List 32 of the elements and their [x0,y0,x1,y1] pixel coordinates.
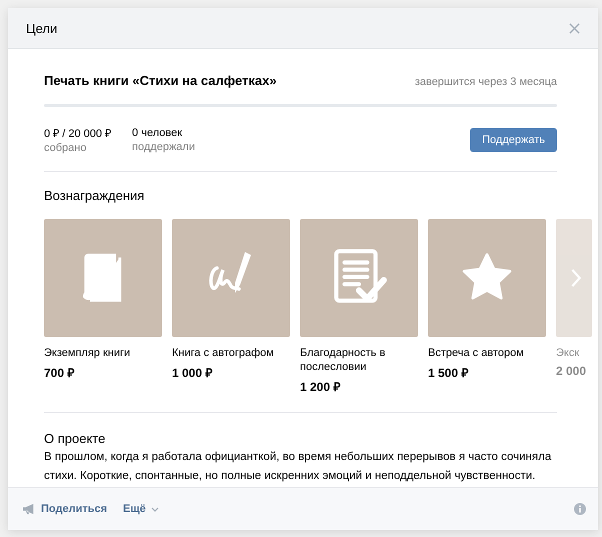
deadline-text: завершится через 3 месяца [414,76,557,88]
reward-title: Благодарность в послесловии [300,346,386,374]
reward-title: Книга с автографом [172,346,275,360]
reward-price: 1 000 ₽ [172,365,214,381]
window-title: Цели [26,20,58,36]
reward-title: Экземпляр книги [44,346,132,360]
reward-image[interactable] [300,219,418,337]
project-description: В прошлом, когда я работала официанткой, во время небольших перерывов я часто сочиняла стихи. Короткие, спонтанные, но полные искренних эмоций и неподдельной чувственности. [44,450,552,484]
close-icon[interactable] [569,22,580,34]
share-link[interactable]: Поделиться [22,503,108,515]
info-icon[interactable] [574,503,586,515]
stat-label: собрано [44,142,88,154]
stat-label: поддержали [132,140,195,152]
support-button[interactable]: Поддержать [470,128,557,152]
reward-image[interactable] [428,219,546,337]
stat-value: 0 ₽ / 20 000 ₽ [44,127,112,140]
reward-price: 1 500 ₽ [428,365,470,381]
reward-image[interactable] [44,219,162,337]
stat-value: 0 человек [132,126,184,138]
reward-price: 1 200 ₽ [300,379,342,395]
more-dropdown[interactable]: Ещё [123,503,159,515]
reward-image[interactable] [172,219,290,337]
reward-image[interactable] [556,219,592,337]
section-heading: Вознаграждения [44,188,146,203]
goal-title: Печать книги «Стихи на салфетках» [44,73,277,88]
megaphone-icon [22,503,36,515]
reward-price: 2 000 [556,364,588,378]
reward-price: 700 ₽ [44,365,76,381]
section-heading: О проекте [44,431,106,446]
chevron-down-icon [150,506,159,512]
reward-title: Экск [556,346,580,360]
reward-title: Встреча с автором [428,346,525,360]
